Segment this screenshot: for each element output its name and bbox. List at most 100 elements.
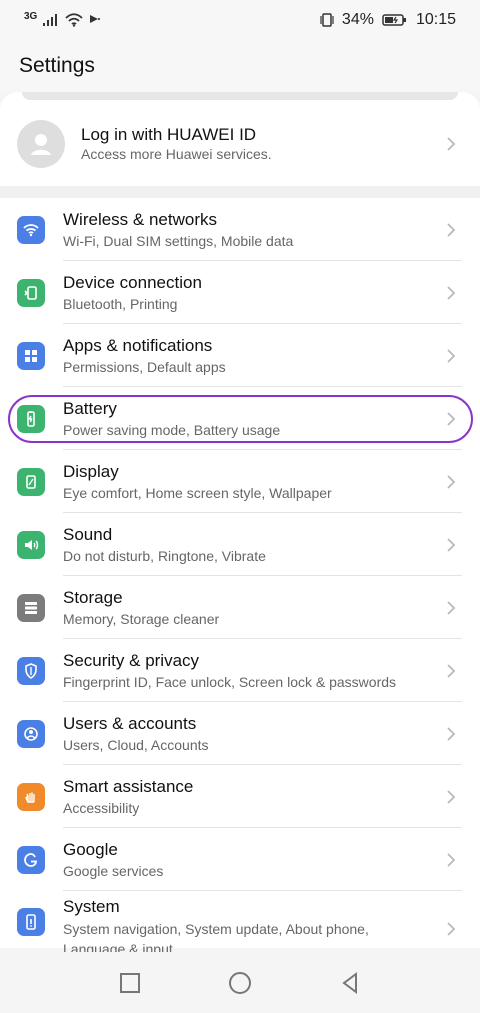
status-bar: 3G 34% 10:15 [0, 0, 480, 40]
settings-item-google-text: Google Google services [63, 840, 434, 880]
settings-item-wireless-subtitle: Wi-Fi, Dual SIM settings, Mobile data [63, 232, 294, 249]
back-triangle-icon [342, 971, 357, 994]
display-icon [17, 467, 45, 496]
chevron-right-icon [434, 789, 468, 805]
settings-item-display-text: Display Eye comfort, Home screen style, … [63, 462, 434, 502]
apps-icon [17, 341, 45, 370]
chevron-right-icon [434, 222, 468, 238]
battery-icon [382, 14, 406, 26]
settings-item-sound[interactable]: Sound Do not disturb, Ringtone, Vibrate [0, 513, 480, 576]
wifi-icon [65, 13, 83, 27]
settings-item-apps-notifications-text: Apps & notifications Permissions, Defaul… [63, 336, 434, 376]
navigation-bar [0, 952, 480, 1013]
storage-icon [17, 593, 45, 622]
battery-settings-icon [17, 404, 45, 433]
avatar-icon [31, 134, 51, 155]
settings-item-security-privacy[interactable]: Security & privacy Fingerprint ID, Face … [0, 639, 480, 702]
settings-item-apps-notifications[interactable]: Apps & notifications Permissions, Defaul… [0, 324, 480, 387]
settings-item-smart-assistance-subtitle: Accessibility [63, 799, 140, 816]
settings-item-smart-assistance-text: Smart assistance Accessibility [63, 777, 434, 817]
settings-item-users-accounts-title: Users & accounts [63, 713, 197, 733]
home-button[interactable] [228, 971, 252, 995]
settings-item-users-accounts-text: Users & accounts Users, Cloud, Accounts [63, 714, 434, 754]
chevron-right-icon [434, 600, 468, 616]
section-gap [0, 186, 480, 198]
status-left: 3G [24, 10, 102, 27]
recent-apps-button[interactable] [118, 971, 142, 995]
system-icon [17, 908, 45, 936]
settings-item-wireless[interactable]: Wireless & networks Wi-Fi, Dual SIM sett… [0, 198, 480, 261]
settings-item-smart-assistance[interactable]: Smart assistance Accessibility [0, 765, 480, 828]
network-label: 3G [24, 10, 38, 22]
settings-item-users-accounts-subtitle: Users, Cloud, Accounts [63, 736, 209, 753]
signal-wifi-icons: 3G [24, 10, 102, 27]
vibrate-icon [320, 13, 334, 27]
account-text: Log in with HUAWEI ID Access more Huawei… [81, 125, 434, 163]
hand-icon [17, 782, 45, 811]
settings-item-google-title: Google [63, 839, 118, 859]
settings-item-storage-title: Storage [63, 587, 123, 607]
sound-icon [17, 530, 45, 559]
settings-item-security-privacy-subtitle: Fingerprint ID, Face unlock, Screen lock… [63, 673, 397, 690]
settings-item-battery-subtitle: Power saving mode, Battery usage [63, 421, 281, 438]
shield-icon [17, 656, 45, 685]
battery-percent: 34% [341, 11, 374, 28]
page-header: Settings [0, 40, 480, 92]
hotspot-icon [90, 15, 101, 23]
circle-icon [229, 971, 251, 994]
settings-item-display-title: Display [63, 461, 119, 481]
settings-item-sound-subtitle: Do not disturb, Ringtone, Vibrate [63, 547, 266, 564]
chevron-right-icon [434, 663, 468, 679]
settings-item-sound-text: Sound Do not disturb, Ringtone, Vibrate [63, 525, 434, 565]
settings-item-storage[interactable]: Storage Memory, Storage cleaner [0, 576, 480, 639]
settings-item-apps-notifications-subtitle: Permissions, Default apps [63, 358, 226, 375]
device-connection-icon [17, 278, 45, 307]
chevron-right-icon [434, 411, 468, 427]
settings-item-google-subtitle: Google services [63, 862, 164, 879]
settings-item-device-connection-subtitle: Bluetooth, Printing [63, 295, 178, 312]
settings-item-users-accounts[interactable]: Users & accounts Users, Cloud, Accounts [0, 702, 480, 765]
settings-item-battery[interactable]: Battery Power saving mode, Battery usage [0, 387, 480, 450]
account-row[interactable]: Log in with HUAWEI ID Access more Huawei… [0, 110, 480, 178]
chevron-right-icon [434, 726, 468, 742]
signal-icon [43, 14, 58, 26]
settings-content: Log in with HUAWEI ID Access more Huawei… [0, 92, 480, 952]
square-icon [120, 972, 140, 993]
account-title: Log in with HUAWEI ID [81, 125, 257, 144]
account-subtitle: Access more Huawei services. [81, 146, 272, 162]
settings-item-battery-title: Battery [63, 398, 117, 418]
time: 10:15 [415, 11, 456, 28]
settings-item-google[interactable]: Google Google services [0, 828, 480, 891]
settings-list: Wireless & networks Wi-Fi, Dual SIM sett… [0, 198, 480, 952]
chevron-right-icon [434, 852, 468, 868]
chevron-right-icon [434, 921, 468, 937]
page-title: Settings [19, 54, 95, 77]
settings-item-display[interactable]: Display Eye comfort, Home screen style, … [0, 450, 480, 513]
avatar [17, 120, 65, 168]
status-right: 34% 10:15 [320, 11, 456, 29]
top-strip [22, 92, 458, 100]
settings-item-system-text: System System navigation, System update,… [63, 897, 434, 952]
settings-item-device-connection[interactable]: Device connection Bluetooth, Printing [0, 261, 480, 324]
wifi-settings-icon [17, 215, 45, 244]
settings-item-apps-notifications-title: Apps & notifications [63, 335, 213, 355]
settings-item-device-connection-text: Device connection Bluetooth, Printing [63, 273, 434, 313]
settings-item-storage-subtitle: Memory, Storage cleaner [63, 610, 220, 627]
back-button[interactable] [338, 971, 362, 995]
settings-item-system-title: System [63, 897, 120, 916]
chevron-right-icon [434, 474, 468, 490]
chevron-right-icon [434, 136, 468, 152]
google-icon [17, 845, 45, 874]
settings-item-battery-text: Battery Power saving mode, Battery usage [63, 399, 434, 439]
settings-item-system[interactable]: System System navigation, System update,… [0, 891, 480, 952]
settings-item-display-subtitle: Eye comfort, Home screen style, Wallpape… [63, 484, 332, 501]
account-card: Log in with HUAWEI ID Access more Huawei… [0, 92, 480, 186]
chevron-right-icon [434, 285, 468, 301]
settings-item-security-privacy-title: Security & privacy [63, 650, 200, 670]
chevron-right-icon [434, 537, 468, 553]
settings-item-security-privacy-text: Security & privacy Fingerprint ID, Face … [63, 651, 434, 691]
settings-item-wireless-text: Wireless & networks Wi-Fi, Dual SIM sett… [63, 210, 434, 250]
settings-item-wireless-title: Wireless & networks [63, 209, 217, 229]
chevron-right-icon [434, 348, 468, 364]
settings-item-system-subtitle: System navigation, System update, About … [63, 921, 369, 952]
